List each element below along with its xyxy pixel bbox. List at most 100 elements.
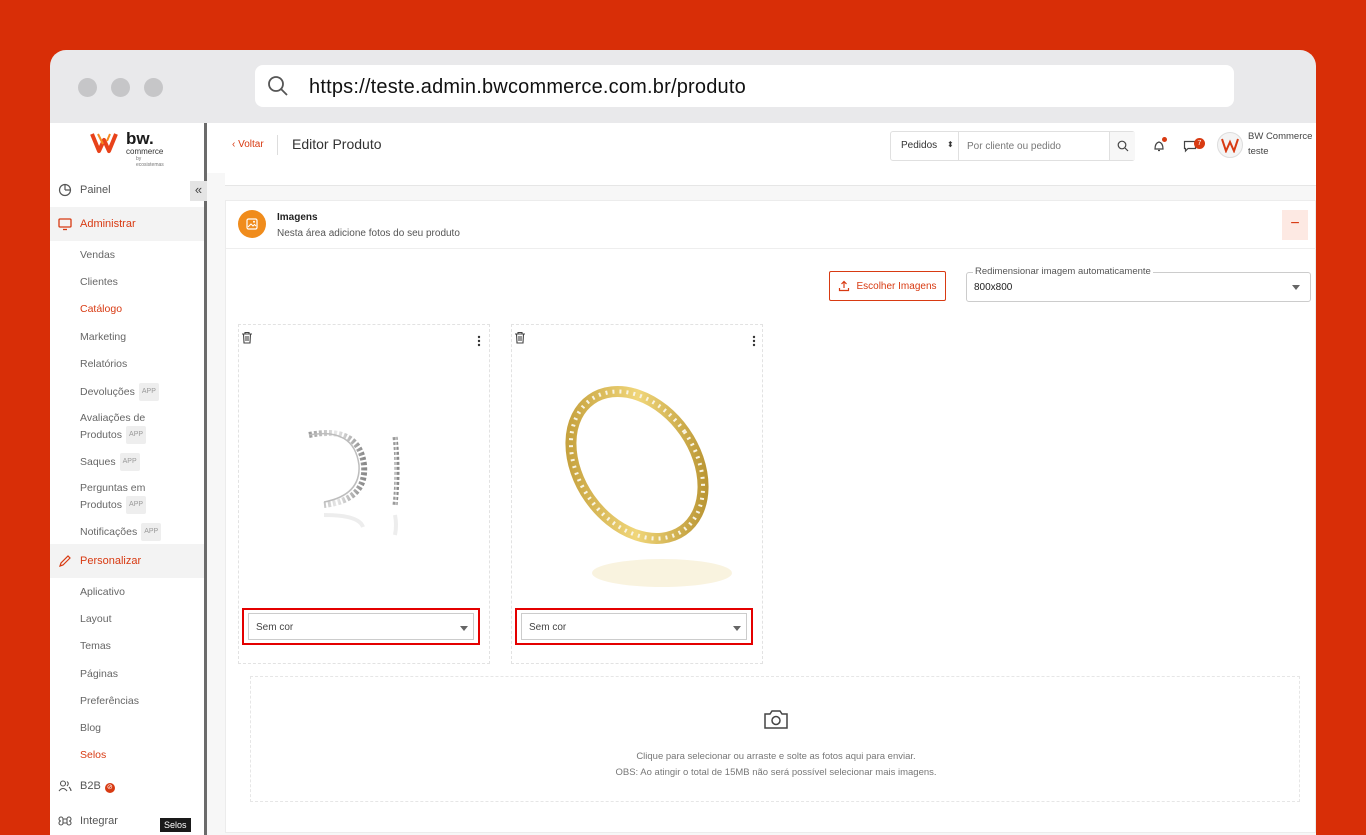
window-minimize-dot[interactable] xyxy=(111,78,130,97)
camera-icon xyxy=(764,710,788,729)
sidebar-item-layout[interactable]: Layout xyxy=(80,611,112,627)
image-color-value: Sem cor xyxy=(529,622,567,633)
sidebar-item-vendas[interactable]: Vendas xyxy=(80,247,115,263)
image-color-select-highlight: Sem cor xyxy=(242,608,480,645)
images-card-title: Imagens xyxy=(277,212,318,223)
image-card: Sem cor xyxy=(238,324,490,664)
image-dropzone[interactable]: Clique para selecionar ou arraste e solt… xyxy=(250,676,1300,802)
sidebar-item-personalizar[interactable]: Personalizar xyxy=(50,544,204,578)
sidebar-item-notificacoes[interactable]: Notificações APP xyxy=(80,523,162,541)
order-search-input[interactable] xyxy=(959,132,1109,160)
choose-images-button[interactable]: Escolher Imagens xyxy=(829,271,946,301)
sidebar-item-saques[interactable]: Saques APP xyxy=(80,453,140,471)
avatar[interactable] xyxy=(1217,132,1243,158)
notification-dot xyxy=(1162,137,1167,142)
sidebar-item-perguntas[interactable]: Perguntas em Produtos APP xyxy=(80,480,147,514)
header-search: Pedidos ⬍ xyxy=(890,131,1135,161)
users-icon xyxy=(58,780,72,792)
sidebar-label-avaliacoes-1: Avaliações de xyxy=(80,412,146,424)
window-maximize-dot[interactable] xyxy=(144,78,163,97)
logo-sub: commerce xyxy=(126,147,164,156)
user-store: teste xyxy=(1248,146,1269,157)
sidebar-item-b2b[interactable]: B2B ⊘ xyxy=(50,769,204,803)
sidebar-label-personalizar: Personalizar xyxy=(80,555,142,567)
back-link[interactable]: ‹ Voltar xyxy=(232,139,264,150)
app-badge: APP xyxy=(126,496,147,514)
upload-icon xyxy=(839,280,850,292)
sidebar-item-preferencias[interactable]: Preferências xyxy=(80,693,139,709)
logo-brand: bw. xyxy=(126,129,154,148)
sidebar-item-clientes[interactable]: Clientes xyxy=(80,274,118,290)
kebab-icon[interactable] xyxy=(752,335,756,347)
select-arrows-icon: ⬍ xyxy=(947,140,954,149)
sidebar-item-catalogo[interactable]: Catálogo xyxy=(80,301,122,317)
back-label: Voltar xyxy=(238,139,264,150)
choose-images-label: Escolher Imagens xyxy=(856,280,937,292)
sidebar-item-paginas[interactable]: Páginas xyxy=(80,666,118,682)
trash-icon[interactable] xyxy=(241,331,253,344)
search-icon xyxy=(268,76,288,96)
sidebar-item-devolucoes[interactable]: Devoluções APP xyxy=(80,383,159,401)
images-card-header: Imagens Nesta área adicione fotos do seu… xyxy=(226,201,1316,249)
browser-window: https://teste.admin.bwcommerce.com.br/pr… xyxy=(50,50,1316,835)
search-type-value: Pedidos xyxy=(901,140,938,151)
search-type-select[interactable]: Pedidos ⬍ xyxy=(891,132,959,160)
sidebar-item-selos[interactable]: Selos xyxy=(80,747,106,763)
trash-icon[interactable] xyxy=(514,331,526,344)
images-card-subtitle: Nesta área adicione fotos do seu produto xyxy=(277,228,460,239)
window-controls xyxy=(78,78,163,97)
monitor-icon xyxy=(58,218,72,231)
sidebar-label-integrar: Integrar xyxy=(80,815,118,827)
collapse-section-button[interactable]: − xyxy=(1282,210,1308,240)
address-bar[interactable]: https://teste.admin.bwcommerce.com.br/pr… xyxy=(255,65,1234,107)
app-badge: APP xyxy=(138,383,159,401)
pencil-icon xyxy=(59,555,71,567)
sidebar-label-b2b: B2B ⊘ xyxy=(80,780,115,793)
search-button[interactable] xyxy=(1109,132,1135,160)
header-divider xyxy=(277,135,278,155)
sidebar-label-avaliacoes-2: Produtos xyxy=(80,428,123,441)
image-color-value: Sem cor xyxy=(256,622,294,633)
user-name: BW Commerce xyxy=(1248,131,1313,142)
sidebar-label-b2b-text: B2B xyxy=(80,779,101,792)
sidebar-item-aplicativo[interactable]: Aplicativo xyxy=(80,584,125,600)
top-header: ‹ Voltar Editor Produto Pedidos ⬍ 7 BW xyxy=(207,123,1316,173)
window-close-dot[interactable] xyxy=(78,78,97,97)
product-photo-ring[interactable] xyxy=(522,365,752,605)
image-icon xyxy=(238,210,266,238)
url-text: https://teste.admin.bwcommerce.com.br/pr… xyxy=(309,76,746,98)
sidebar-item-temas[interactable]: Temas xyxy=(80,638,111,654)
pie-chart-icon xyxy=(58,183,72,197)
admin-app: bw. commerce by ecosistemas « Painel Adm… xyxy=(50,123,1316,835)
bw-commerce-logo[interactable]: bw. commerce by ecosistemas xyxy=(90,129,170,168)
b2b-alert-icon: ⊘ xyxy=(104,782,115,793)
sidebar-label-saques: Saques xyxy=(80,455,116,468)
sidebar-item-blog[interactable]: Blog xyxy=(80,720,101,736)
resize-image-label: Redimensionar imagem automaticamente xyxy=(973,266,1153,277)
sidebar-item-avaliacoes[interactable]: Avaliações de Produtos APP xyxy=(80,410,147,444)
dropzone-instructions: Clique para selecionar ou arraste e solt… xyxy=(636,751,916,762)
previous-card-edge xyxy=(225,173,1316,186)
sidebar-label-painel: Painel xyxy=(80,184,111,196)
resize-image-select[interactable]: Redimensionar imagem automaticamente 800… xyxy=(966,266,1311,302)
image-color-select[interactable]: Sem cor xyxy=(248,613,474,640)
avatar-logo-icon xyxy=(1221,138,1239,153)
chevron-down-icon xyxy=(460,626,468,631)
kebab-icon[interactable] xyxy=(477,335,481,347)
app-badge: APP xyxy=(126,426,147,444)
logo-by: by ecosistemas xyxy=(136,156,164,168)
sidebar-item-marketing[interactable]: Marketing xyxy=(80,329,126,345)
image-color-select[interactable]: Sem cor xyxy=(521,613,747,640)
sidebar-item-painel[interactable]: Painel xyxy=(50,173,204,207)
logo-mark-icon xyxy=(90,133,118,153)
sidebar: bw. commerce by ecosistemas « Painel Adm… xyxy=(50,123,207,835)
search-icon xyxy=(1117,140,1129,152)
sidebar-item-relatorios[interactable]: Relatórios xyxy=(80,356,127,372)
command-icon xyxy=(58,816,72,826)
product-photo-earrings[interactable] xyxy=(249,365,479,605)
app-badge: APP xyxy=(119,453,140,471)
sidebar-item-administrar[interactable]: Administrar xyxy=(50,207,204,241)
chevron-down-icon xyxy=(733,626,741,631)
sidebar-label-perguntas-1: Perguntas em xyxy=(80,482,146,494)
sidebar-label-devolucoes: Devoluções xyxy=(80,385,135,398)
